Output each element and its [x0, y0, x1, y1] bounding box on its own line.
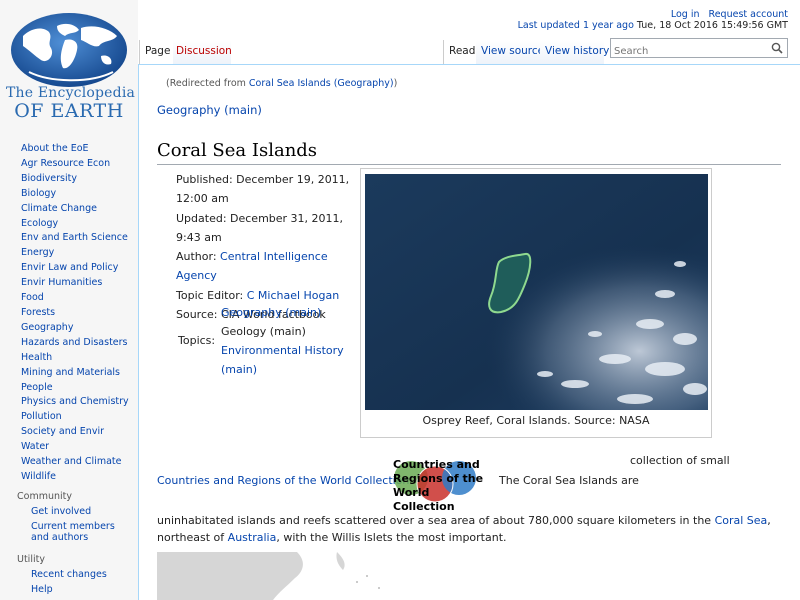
search-icon[interactable]	[771, 42, 783, 54]
tab-view-source-label[interactable]: View source	[481, 45, 544, 57]
sidebar: The Encyclopedia OF EARTH About the EoE …	[0, 0, 138, 600]
nav-wildlife[interactable]: Wildlife	[21, 470, 129, 485]
tab-page[interactable]: Page	[139, 40, 173, 64]
nav-agr-resource-econ[interactable]: Agr Resource Econ	[21, 157, 129, 172]
logo-text-top: The Encyclopedia	[6, 85, 136, 101]
collection-badge[interactable]: Countries and Regions of the World Colle…	[387, 454, 497, 513]
nav-help[interactable]: Help	[31, 584, 131, 595]
topic-geology: Geology (main)	[221, 325, 306, 338]
body-text-part3: , with the Willis Islets the most import…	[276, 531, 507, 544]
nav-biodiversity[interactable]: Biodiversity	[21, 172, 129, 187]
tab-read-label[interactable]: Read	[449, 45, 475, 57]
nav-envir-humanities[interactable]: Envir Humanities	[21, 276, 129, 291]
author-label: Author:	[176, 250, 221, 264]
tab-discussion[interactable]: Discussion	[173, 40, 232, 64]
coral-sea-link[interactable]: Coral Sea	[715, 514, 768, 527]
last-updated-link[interactable]: Last updated 1 year ago	[518, 20, 634, 31]
topics-list: Geography (main) Geology (main) Environm…	[221, 303, 361, 379]
image-caption: Osprey Reef, Coral Islands. Source: NASA	[422, 414, 650, 427]
nav-pollution[interactable]: Pollution	[21, 410, 129, 425]
nav-society-envir[interactable]: Society and Envir	[21, 425, 129, 440]
last-updated-time: Tue, 18 Oct 2016 15:49:56 GMT	[636, 20, 788, 31]
personal-tools: Log in Request account	[665, 9, 788, 20]
utility-list: Recent changes Help	[31, 569, 131, 599]
parent-page-link[interactable]: Geography (main)	[157, 103, 262, 117]
tab-view-source[interactable]: View source	[476, 40, 544, 64]
updated-date: Updated: December 31, 2011, 9:43 am	[176, 211, 344, 244]
nav-about-eoe[interactable]: About the EoE	[21, 142, 129, 157]
nav-climate-change[interactable]: Climate Change	[21, 202, 129, 217]
nav-mining-materials[interactable]: Mining and Materials	[21, 366, 129, 381]
image-thumbnail[interactable]: Osprey Reef, Coral Islands. Source: NASA	[360, 168, 712, 438]
nav-current-members[interactable]: Current members and authors	[31, 521, 131, 543]
nav-weather-climate[interactable]: Weather and Climate	[21, 455, 129, 470]
body-text-part1: uninhabitated islands and reefs scattere…	[157, 514, 715, 527]
topic-geography-link[interactable]: Geography (main)	[221, 303, 361, 322]
nav-people[interactable]: People	[21, 381, 129, 396]
tab-read[interactable]: Read	[443, 40, 476, 64]
nav-envir-law-policy[interactable]: Envir Law and Policy	[21, 261, 129, 276]
tab-view-history[interactable]: View history	[540, 40, 609, 64]
search-input[interactable]	[611, 42, 761, 61]
globe-logo-icon	[11, 13, 127, 87]
topics-label: Topics:	[178, 334, 216, 347]
satellite-image[interactable]	[365, 174, 708, 410]
nav-physics-chemistry[interactable]: Physics and Chemistry	[21, 395, 129, 410]
redirect-source-link[interactable]: Coral Sea Islands (Geography)	[249, 78, 394, 89]
australia-link[interactable]: Australia	[228, 531, 277, 544]
utility-heading: Utility	[17, 554, 45, 565]
published-date: Published: December 19, 2011, 12:00 am	[176, 173, 350, 206]
tab-page-label[interactable]: Page	[145, 45, 170, 57]
tab-view-history-label[interactable]: View history	[545, 45, 609, 57]
article-metadata: Published: December 19, 2011, 12:00 am U…	[176, 170, 361, 324]
nav-geography[interactable]: Geography	[21, 321, 129, 336]
editor-label: Topic Editor:	[176, 288, 247, 302]
article-body: uninhabitated islands and reefs scattere…	[157, 512, 787, 546]
site-logo[interactable]: The Encyclopedia OF EARTH	[6, 10, 136, 122]
redirect-prefix: (Redirected from	[166, 78, 249, 89]
nav-health[interactable]: Health	[21, 351, 129, 366]
nav-env-earth-science[interactable]: Env and Earth Science	[21, 231, 129, 246]
collection-link[interactable]: Countries and Regions of the World Colle…	[157, 474, 409, 487]
nav-energy[interactable]: Energy	[21, 246, 129, 261]
topic-environmental-history-link[interactable]: Environmental History (main)	[221, 341, 361, 379]
login-link[interactable]: Log in	[671, 9, 700, 20]
redirect-suffix: )	[393, 78, 398, 89]
community-heading: Community	[17, 491, 72, 502]
tab-discussion-label[interactable]: Discussion	[176, 45, 232, 57]
intro-text-part2: The Coral Sea Islands are	[499, 474, 639, 487]
location-map-image[interactable]	[157, 552, 457, 600]
author-line: Author: Central Intelligence Agency	[176, 247, 361, 286]
page-title: Coral Sea Islands	[157, 140, 781, 165]
intro-text-part1: collection of small	[630, 454, 730, 467]
nav-forests[interactable]: Forests	[21, 306, 129, 321]
nav-water[interactable]: Water	[21, 440, 129, 455]
main-navigation: About the EoE Agr Resource Econ Biodiver…	[21, 142, 129, 485]
editor-link[interactable]: C Michael Hogan	[247, 289, 340, 302]
collection-badge-text: Countries and Regions of the World Colle…	[393, 458, 484, 513]
last-updated-info: Last updated 1 year ago Tue, 18 Oct 2016…	[518, 20, 788, 31]
nav-food[interactable]: Food	[21, 291, 129, 306]
search-box	[610, 38, 788, 61]
nav-biology[interactable]: Biology	[21, 187, 129, 202]
nav-hazards-disasters[interactable]: Hazards and Disasters	[21, 336, 129, 351]
collection-row: Countries and Regions of the World Colle…	[157, 452, 787, 513]
community-list: Get involved Current members and authors	[31, 506, 131, 547]
nav-get-involved[interactable]: Get involved	[31, 506, 131, 517]
nav-ecology[interactable]: Ecology	[21, 217, 129, 232]
logo-text-bottom: OF EARTH	[14, 100, 124, 122]
redirect-note: (Redirected from Coral Sea Islands (Geog…	[166, 78, 397, 89]
request-account-link[interactable]: Request account	[709, 9, 788, 20]
nav-recent-changes[interactable]: Recent changes	[31, 569, 131, 580]
